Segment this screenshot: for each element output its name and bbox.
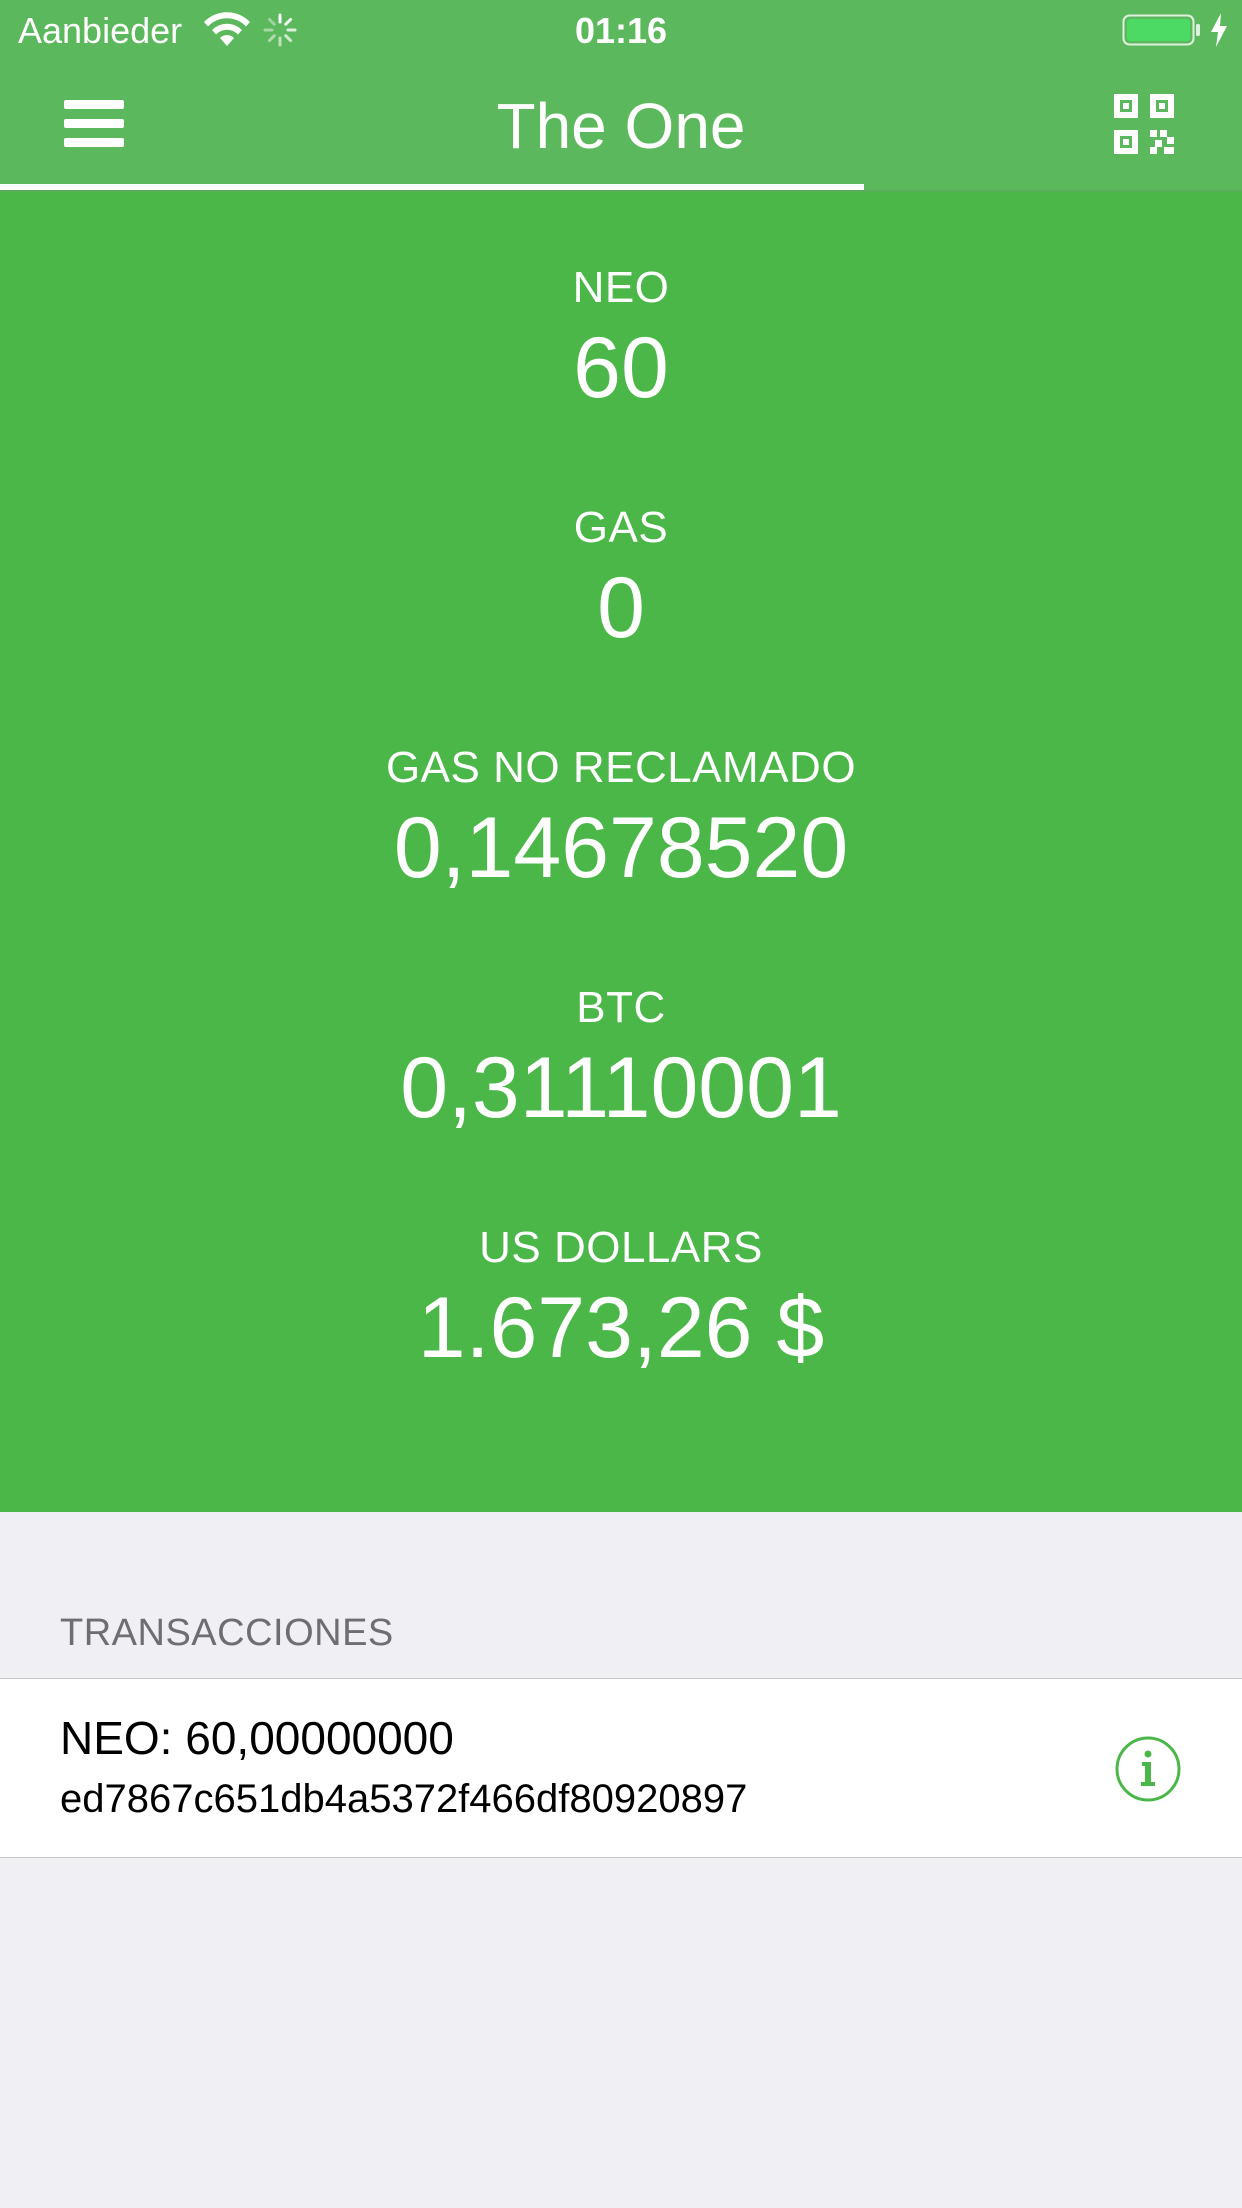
- info-icon[interactable]: [1114, 1735, 1182, 1803]
- balance-label: NEO: [572, 263, 670, 312]
- balance-value: 0,31110001: [400, 1040, 842, 1136]
- balance-value: 1.673,26 $: [417, 1280, 825, 1376]
- wallet-title: The One: [496, 90, 746, 162]
- balance-label: BTC: [576, 983, 666, 1032]
- battery-icon: [1122, 14, 1200, 46]
- balance-value: 0: [597, 560, 645, 656]
- top-bar: Aanbieder 01:16 The One: [0, 0, 1242, 192]
- balance-label: GAS: [573, 503, 669, 552]
- qr-code-icon[interactable]: [1112, 92, 1176, 156]
- balance-usd: US DOLLARS 1.673,26 $: [0, 1222, 1242, 1378]
- status-time: 01:16: [574, 10, 668, 51]
- transaction-amount: NEO: 60,00000000: [60, 1712, 454, 1764]
- transactions-header: TRANSACCIONES: [60, 1612, 394, 1654]
- balance-gas: GAS 0: [0, 502, 1242, 658]
- balance-value: 0,14678520: [393, 800, 849, 896]
- transaction-row[interactable]: NEO: 60,00000000 ed7867c651db4a5372f466d…: [0, 1678, 1242, 1858]
- balance-value: 60: [573, 320, 669, 416]
- balance-neo: NEO 60: [0, 262, 1242, 418]
- balance-unclaimed-gas: GAS NO RECLAMADO 0,14678520: [0, 742, 1242, 898]
- balance-label: US DOLLARS: [479, 1223, 763, 1272]
- balance-label: GAS NO RECLAMADO: [385, 743, 857, 792]
- charging-bolt-icon: [1211, 13, 1227, 47]
- navigation-bar: The One: [0, 60, 1242, 192]
- wallet-screen: Aanbieder 01:16 The One NEO 60 GAS 0 GAS…: [0, 0, 1242, 2208]
- balance-btc: BTC 0,31110001: [0, 982, 1242, 1138]
- transaction-id: ed7867c651db4a5372f466df80920897: [60, 1777, 748, 1821]
- balance-panel: NEO 60 GAS 0 GAS NO RECLAMADO 0,14678520…: [0, 192, 1242, 1512]
- status-bar: Aanbieder 01:16: [0, 0, 1242, 60]
